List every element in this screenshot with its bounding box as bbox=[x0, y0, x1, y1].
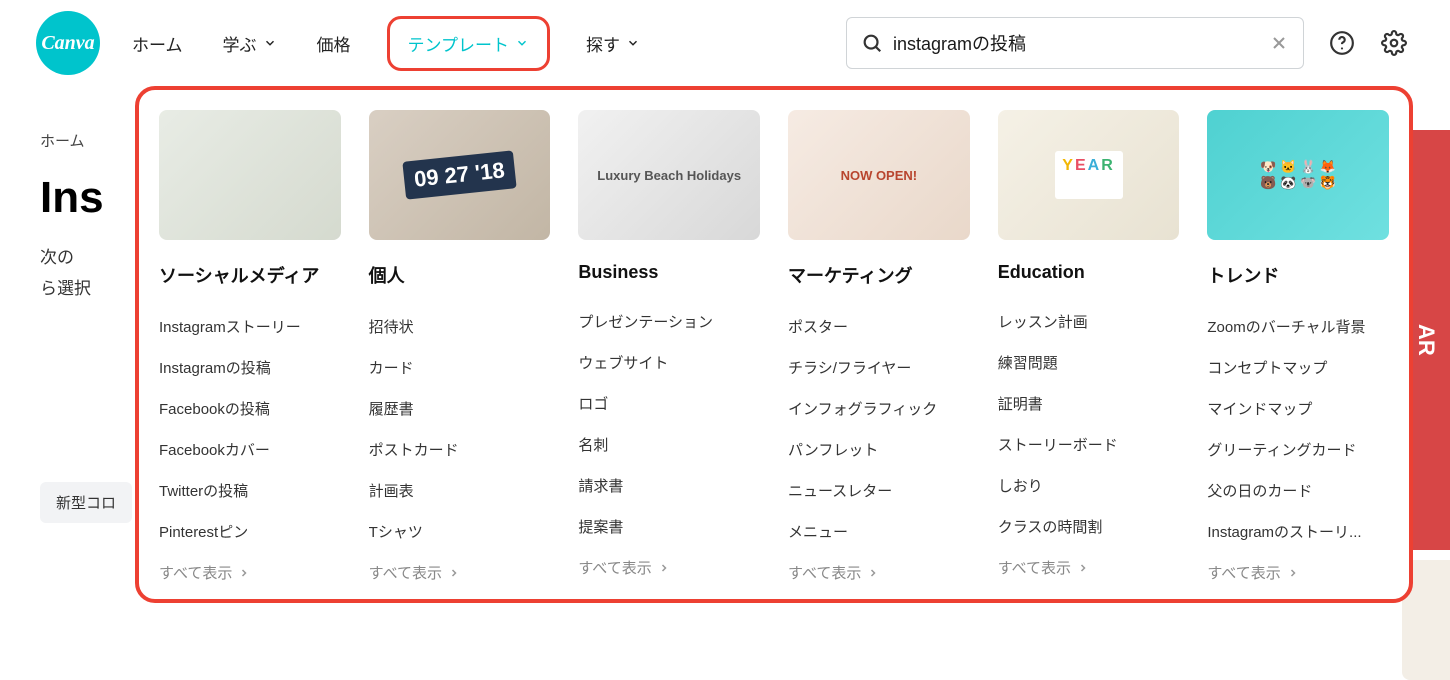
list-item[interactable]: Facebookの投稿 bbox=[159, 388, 341, 429]
list-item[interactable]: メニュー bbox=[788, 511, 970, 552]
see-all-link[interactable]: すべて表示 bbox=[1207, 562, 1389, 583]
list-item[interactable]: インフォグラフィック bbox=[788, 388, 970, 429]
megamenu-col-business: Luxury Beach Holidays Business プレゼンテーション… bbox=[578, 110, 760, 583]
see-all-link[interactable]: すべて表示 bbox=[578, 557, 760, 578]
list-item[interactable]: Twitterの投稿 bbox=[159, 470, 341, 511]
list-item[interactable]: ロゴ bbox=[578, 383, 760, 424]
chevron-right-icon bbox=[238, 567, 250, 579]
list-item[interactable]: プレゼンテーション bbox=[578, 301, 760, 342]
clear-icon[interactable] bbox=[1269, 33, 1289, 53]
list-item[interactable]: 履歴書 bbox=[369, 388, 551, 429]
list-item[interactable]: Instagramのストーリ... bbox=[1207, 511, 1389, 552]
settings-button[interactable] bbox=[1374, 23, 1414, 63]
list-item[interactable]: 計画表 bbox=[369, 470, 551, 511]
category-title[interactable]: Education bbox=[998, 262, 1180, 283]
list-item[interactable]: しおり bbox=[998, 465, 1180, 506]
list-item[interactable]: 父の日のカード bbox=[1207, 470, 1389, 511]
chevron-right-icon bbox=[448, 567, 460, 579]
chevron-right-icon bbox=[1287, 567, 1299, 579]
category-list: レッスン計画 練習問題 証明書 ストーリーボード しおり クラスの時間割 bbox=[998, 301, 1180, 547]
list-item[interactable]: 招待状 bbox=[369, 306, 551, 347]
chevron-right-icon bbox=[658, 562, 670, 574]
see-all-link[interactable]: すべて表示 bbox=[369, 562, 551, 583]
list-item[interactable]: Tシャツ bbox=[369, 511, 551, 552]
nav-learn[interactable]: 学ぶ bbox=[219, 23, 281, 64]
megamenu-col-social: ソーシャルメディア Instagramストーリー Instagramの投稿 Fa… bbox=[159, 110, 341, 583]
category-list: ポスター チラシ/フライヤー インフォグラフィック パンフレット ニュースレター… bbox=[788, 306, 970, 552]
megamenu-col-marketing: NOW OPEN! マーケティング ポスター チラシ/フライヤー インフォグラフ… bbox=[788, 110, 970, 583]
list-item[interactable]: コンセプトマップ bbox=[1207, 347, 1389, 388]
list-item[interactable]: マインドマップ bbox=[1207, 388, 1389, 429]
search-icon bbox=[861, 32, 883, 54]
chevron-down-icon bbox=[263, 36, 277, 50]
list-item[interactable]: ポストカード bbox=[369, 429, 551, 470]
category-thumb-marketing[interactable]: NOW OPEN! bbox=[788, 110, 970, 240]
list-item[interactable]: レッスン計画 bbox=[998, 301, 1180, 342]
search-box[interactable] bbox=[846, 17, 1304, 69]
list-item[interactable]: Facebookカバー bbox=[159, 429, 341, 470]
see-all-link[interactable]: すべて表示 bbox=[788, 562, 970, 583]
category-title[interactable]: Business bbox=[578, 262, 760, 283]
nav-explore-label: 探す bbox=[586, 31, 620, 56]
chevron-right-icon bbox=[867, 567, 879, 579]
list-item[interactable]: 証明書 bbox=[998, 383, 1180, 424]
help-icon bbox=[1329, 30, 1355, 56]
list-item[interactable]: パンフレット bbox=[788, 429, 970, 470]
chip-covid[interactable]: 新型コロ bbox=[40, 482, 132, 523]
help-button[interactable] bbox=[1322, 23, 1362, 63]
megamenu-col-education: YEARBOOK Education レッスン計画 練習問題 証明書 ストーリー… bbox=[998, 110, 1180, 583]
category-title[interactable]: ソーシャルメディア bbox=[159, 262, 341, 288]
chevron-right-icon bbox=[1077, 562, 1089, 574]
list-item[interactable]: ニュースレター bbox=[788, 470, 970, 511]
list-item[interactable]: グリーティングカード bbox=[1207, 429, 1389, 470]
list-item[interactable]: Instagramストーリー bbox=[159, 306, 341, 347]
category-list: プレゼンテーション ウェブサイト ロゴ 名刺 請求書 提案書 bbox=[578, 301, 760, 547]
category-list: Instagramストーリー Instagramの投稿 Facebookの投稿 … bbox=[159, 306, 341, 552]
nav-learn-label: 学ぶ bbox=[223, 31, 257, 56]
nav-home[interactable]: ホーム bbox=[128, 23, 187, 64]
category-thumb-trend[interactable]: 🐶 🐱 🐰 🦊🐻 🐼 🐨 🐯 bbox=[1207, 110, 1389, 240]
list-item[interactable]: チラシ/フライヤー bbox=[788, 347, 970, 388]
list-item[interactable]: ポスター bbox=[788, 306, 970, 347]
nav-templates[interactable]: テンプレート bbox=[387, 16, 551, 71]
list-item[interactable]: 請求書 bbox=[578, 465, 760, 506]
nav-templates-label: テンプレート bbox=[408, 31, 510, 56]
gear-icon bbox=[1381, 30, 1407, 56]
nav-pricing[interactable]: 価格 bbox=[313, 23, 355, 64]
search-input[interactable] bbox=[893, 33, 1259, 54]
category-thumb-personal[interactable]: 09 27 '18 bbox=[369, 110, 551, 240]
nav-pricing-label: 価格 bbox=[317, 31, 351, 56]
main-nav: ホーム 学ぶ 価格 テンプレート 探す bbox=[128, 16, 644, 71]
nav-home-label: ホーム bbox=[132, 31, 183, 56]
nav-explore[interactable]: 探す bbox=[582, 23, 644, 64]
header-actions bbox=[1322, 23, 1414, 63]
list-item[interactable]: Instagramの投稿 bbox=[159, 347, 341, 388]
list-item[interactable]: クラスの時間割 bbox=[998, 506, 1180, 547]
chevron-down-icon bbox=[626, 36, 640, 50]
category-title[interactable]: マーケティング bbox=[788, 262, 970, 288]
list-item[interactable]: ストーリーボード bbox=[998, 424, 1180, 465]
category-thumb-education[interactable]: YEARBOOK bbox=[998, 110, 1180, 240]
list-item[interactable]: カード bbox=[369, 347, 551, 388]
list-item[interactable]: Pinterestピン bbox=[159, 511, 341, 552]
list-item[interactable]: 名刺 bbox=[578, 424, 760, 465]
header: Canva ホーム 学ぶ 価格 テンプレート 探す bbox=[0, 0, 1450, 86]
category-title[interactable]: 個人 bbox=[369, 262, 551, 288]
list-item[interactable]: 練習問題 bbox=[998, 342, 1180, 383]
templates-megamenu: ソーシャルメディア Instagramストーリー Instagramの投稿 Fa… bbox=[135, 86, 1413, 603]
canva-logo[interactable]: Canva bbox=[36, 11, 100, 75]
category-thumb-social[interactable] bbox=[159, 110, 341, 240]
megamenu-col-trend: 🐶 🐱 🐰 🦊🐻 🐼 🐨 🐯 トレンド Zoomのバーチャル背景 コンセプトマッ… bbox=[1207, 110, 1389, 583]
see-all-link[interactable]: すべて表示 bbox=[998, 557, 1180, 578]
category-list: Zoomのバーチャル背景 コンセプトマップ マインドマップ グリーティングカード… bbox=[1207, 306, 1389, 552]
list-item[interactable]: ウェブサイト bbox=[578, 342, 760, 383]
list-item[interactable]: Zoomのバーチャル背景 bbox=[1207, 306, 1389, 347]
list-item[interactable]: 提案書 bbox=[578, 506, 760, 547]
category-thumb-business[interactable]: Luxury Beach Holidays bbox=[578, 110, 760, 240]
category-title[interactable]: トレンド bbox=[1207, 262, 1389, 288]
category-list: 招待状 カード 履歴書 ポストカード 計画表 Tシャツ bbox=[369, 306, 551, 552]
chevron-down-icon bbox=[515, 36, 529, 50]
see-all-link[interactable]: すべて表示 bbox=[159, 562, 341, 583]
megamenu-col-personal: 09 27 '18 個人 招待状 カード 履歴書 ポストカード 計画表 Tシャツ… bbox=[369, 110, 551, 583]
